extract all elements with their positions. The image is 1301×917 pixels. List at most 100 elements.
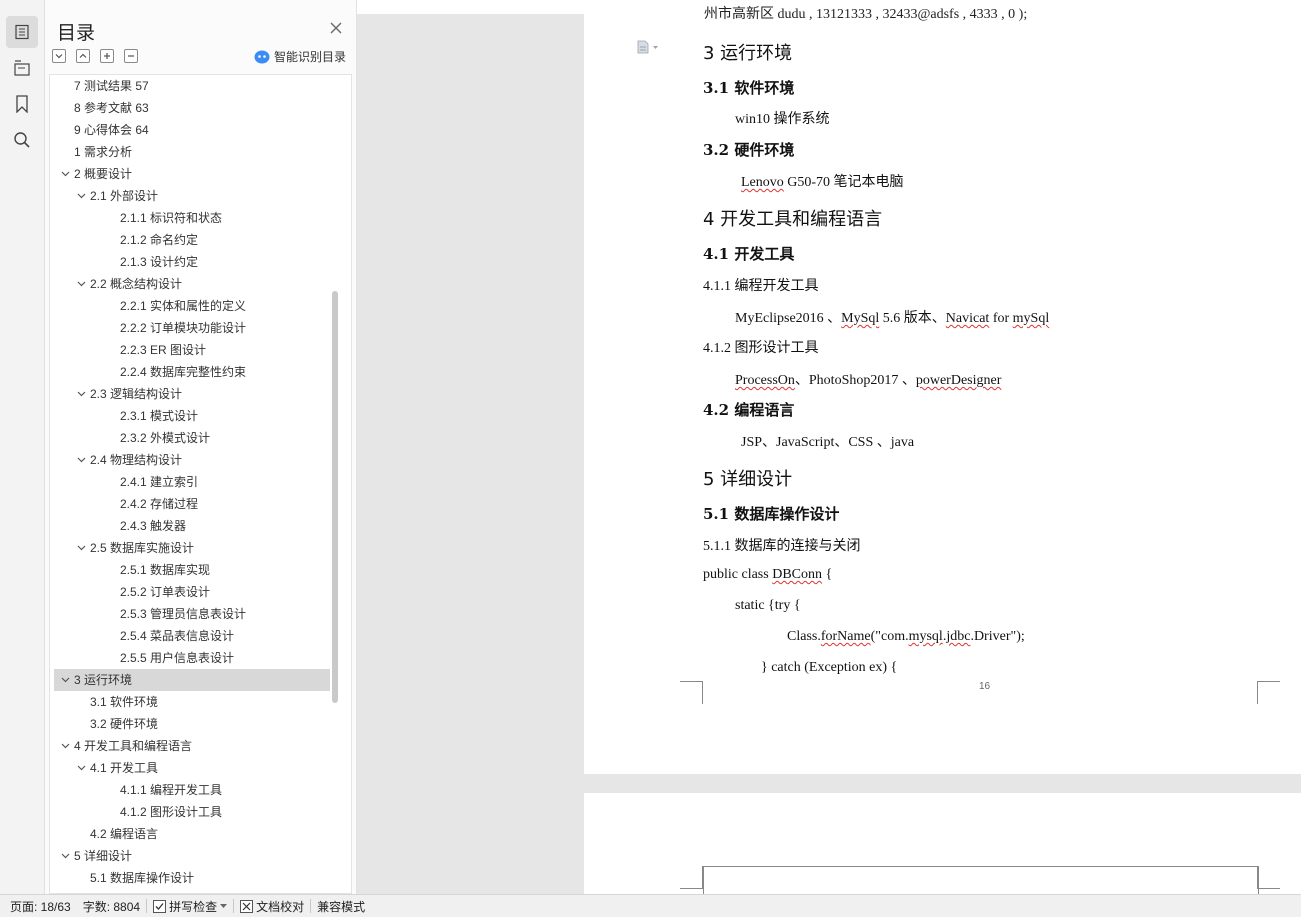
toc-item[interactable]: 2.2 概念结构设计 xyxy=(54,273,330,295)
toc-item[interactable]: 2 概要设计 xyxy=(54,163,330,185)
chevron-down-icon[interactable] xyxy=(74,457,88,463)
toc-item[interactable]: 5.1 数据库操作设计 xyxy=(54,867,330,889)
toc-item[interactable]: 2.5.1 数据库实现 xyxy=(54,559,330,581)
chevron-down-icon[interactable] xyxy=(74,193,88,199)
spell-check-button[interactable]: 拼写检查 xyxy=(147,895,233,917)
paragraph: 5.1.1 数据库的连接与关闭 xyxy=(703,539,861,554)
toc-item-label: 4.2 编程语言 xyxy=(90,827,159,841)
chevron-down-icon[interactable] xyxy=(74,391,88,397)
expand-all-icon[interactable] xyxy=(52,49,66,63)
navigation-rail xyxy=(0,0,45,894)
margin-mark xyxy=(1257,681,1280,704)
chevron-down-icon[interactable] xyxy=(58,853,72,859)
toc-item[interactable]: 2.3.1 模式设计 xyxy=(54,405,330,427)
heading-2: 3.1 软件环境 xyxy=(703,79,795,97)
toc-item[interactable]: 2.4.3 触发器 xyxy=(54,515,330,537)
toc-item[interactable]: 2.3 逻辑结构设计 xyxy=(54,383,330,405)
smart-toc-button[interactable]: 智能识别目录 xyxy=(254,48,346,65)
toc-item[interactable]: 7 测试结果 57 xyxy=(54,75,330,97)
toc-item-label: 2.3.1 模式设计 xyxy=(120,409,199,423)
heading-1: 5 详细设计 xyxy=(703,469,793,490)
chevron-down-icon[interactable] xyxy=(74,281,88,287)
toc-item[interactable]: 2.5.3 管理员信息表设计 xyxy=(54,603,330,625)
toc-item[interactable]: 4 开发工具和编程语言 xyxy=(54,735,330,757)
toc-item-label: 2.5.5 用户信息表设计 xyxy=(120,651,235,665)
toc-item[interactable]: 2.2.1 实体和属性的定义 xyxy=(54,295,330,317)
toc-item[interactable]: 3.2 硬件环境 xyxy=(54,713,330,735)
toc-item[interactable]: 9 心得体会 64 xyxy=(54,119,330,141)
paragraph: 4.1.2 图形设计工具 xyxy=(703,341,819,356)
toc-panel-icon[interactable] xyxy=(6,16,38,48)
toc-item[interactable]: 2.5.5 用户信息表设计 xyxy=(54,647,330,669)
toc-scrollbar[interactable] xyxy=(332,291,338,703)
toc-item[interactable]: 2.5 数据库实施设计 xyxy=(54,537,330,559)
toc-item[interactable]: 2.1.2 命名约定 xyxy=(54,229,330,251)
toc-item[interactable]: 4.1 开发工具 xyxy=(54,757,330,779)
paragraph: JSP、JavaScript、CSS 、java xyxy=(741,435,915,450)
toc-item[interactable]: 3 运行环境 xyxy=(54,669,330,691)
toc-item-label: 5 详细设计 xyxy=(74,849,133,863)
toc-item-label: 8 参考文献 63 xyxy=(74,101,149,115)
toc-item[interactable]: 2.5.4 菜品表信息设计 xyxy=(54,625,330,647)
paragraph: 4.1.1 编程开发工具 xyxy=(703,279,819,294)
proofread-label: 文档校对 xyxy=(256,899,305,914)
page-indicator[interactable]: 页面: 18/63 xyxy=(0,895,77,917)
toc-item[interactable]: 2.1.3 设计约定 xyxy=(54,251,330,273)
toc-item[interactable]: 3.1 软件环境 xyxy=(54,691,330,713)
toc-item-label: 2.4.1 建立索引 xyxy=(120,475,199,489)
heading-2: 5.1 数据库操作设计 xyxy=(703,505,840,523)
toc-item-label: 3.1 软件环境 xyxy=(90,695,159,709)
status-bar: 页面: 18/63 字数: 8804 拼写检查 文档校对 兼容模式 xyxy=(0,894,1301,917)
toc-item[interactable]: 4.1.2 图形设计工具 xyxy=(54,801,330,823)
toc-item[interactable]: 2.2.3 ER 图设计 xyxy=(54,339,330,361)
chevron-down-icon[interactable] xyxy=(74,765,88,771)
toc-item[interactable]: 4.2 编程语言 xyxy=(54,823,330,845)
chevron-down-icon[interactable] xyxy=(58,677,72,683)
toc-toolbar xyxy=(52,49,138,63)
toc-item[interactable]: 2.4.1 建立索引 xyxy=(54,471,330,493)
chevron-down-icon[interactable] xyxy=(74,545,88,551)
toc-item[interactable]: 1 需求分析 xyxy=(54,141,330,163)
heading-1: 4 开发工具和编程语言 xyxy=(703,209,883,230)
toc-item[interactable]: 2.4.2 存储过程 xyxy=(54,493,330,515)
toc-item[interactable]: 2.2.2 订单模块功能设计 xyxy=(54,317,330,339)
proofread-button[interactable]: 文档校对 xyxy=(234,895,310,917)
toc-list: 7 测试结果 57 8 参考文献 63 9 心得体会 64 1 需求分析 2 概要设计 2… xyxy=(49,74,352,894)
toc-item[interactable]: 8 参考文献 63 xyxy=(54,97,330,119)
toc-item-label: 2.4.2 存储过程 xyxy=(120,497,199,511)
remove-heading-icon[interactable] xyxy=(124,49,138,63)
toc-item[interactable]: 4.1.1 编程开发工具 xyxy=(54,779,330,801)
heading-2: 4.2 编程语言 xyxy=(703,401,795,419)
paragraph-format-icon[interactable] xyxy=(636,40,662,59)
toc-item-label: 2.5 数据库实施设计 xyxy=(90,541,195,555)
toc-item-label: 2.2 概念结构设计 xyxy=(90,277,183,291)
chapter-nav-icon[interactable] xyxy=(6,52,38,84)
toc-panel: 目录 智能识别目录 7 测试结果 57 8 参考文献 63 9 心得体会 64 1 需… xyxy=(45,0,357,894)
toc-item-label: 4 开发工具和编程语言 xyxy=(74,739,193,753)
toc-item[interactable]: 2.1.1 标识符和状态 xyxy=(54,207,330,229)
add-heading-icon[interactable] xyxy=(100,49,114,63)
toc-item[interactable]: 2.3.2 外模式设计 xyxy=(54,427,330,449)
toc-item[interactable]: 5 详细设计 xyxy=(54,845,330,867)
bookmark-icon[interactable] xyxy=(6,88,38,120)
close-icon[interactable] xyxy=(328,20,344,36)
toc-item[interactable]: 2.4 物理结构设计 xyxy=(54,449,330,471)
compat-mode[interactable]: 兼容模式 xyxy=(311,895,371,917)
document-page[interactable]: 州市高新区 dudu , 13121333 , 32433@adsfs , 43… xyxy=(584,0,1301,774)
page-number: 16 xyxy=(979,681,991,692)
toc-item-label: 4.1 开发工具 xyxy=(90,761,159,775)
toc-item[interactable]: 2.1 外部设计 xyxy=(54,185,330,207)
chevron-down-icon[interactable] xyxy=(58,743,72,749)
toc-item-label: 4.1.1 编程开发工具 xyxy=(120,783,223,797)
chevron-down-icon[interactable] xyxy=(58,171,72,177)
paragraph: static {try { xyxy=(735,598,801,613)
collapse-all-icon[interactable] xyxy=(76,49,90,63)
toc-item-label: 5.1 数据库操作设计 xyxy=(90,871,195,885)
spell-check-label: 拼写检查 xyxy=(169,899,218,914)
smart-toc-label: 智能识别目录 xyxy=(274,50,347,64)
toc-item[interactable]: 2.2.4 数据库完整性约束 xyxy=(54,361,330,383)
next-document-page[interactable] xyxy=(584,793,1301,895)
word-count[interactable]: 字数: 8804 xyxy=(77,895,146,917)
toc-item[interactable]: 2.5.2 订单表设计 xyxy=(54,581,330,603)
search-icon[interactable] xyxy=(6,124,38,156)
